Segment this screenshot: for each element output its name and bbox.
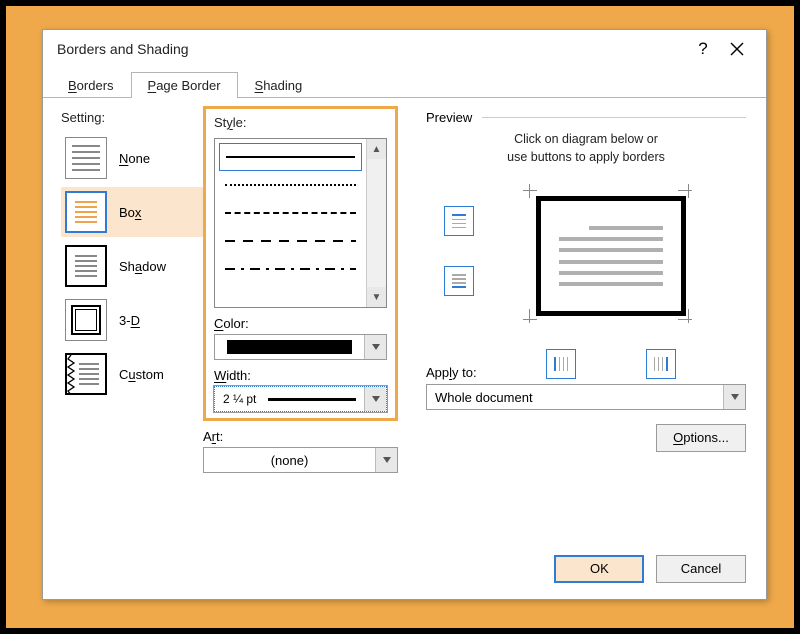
scroll-down-icon[interactable]: ▼ xyxy=(367,287,386,307)
none-icon xyxy=(65,137,107,179)
setting-panel: Setting: None Box xyxy=(61,110,203,521)
setting-shadow[interactable]: Shadow xyxy=(61,241,203,291)
width-dropdown[interactable]: 2 ¼ pt xyxy=(214,386,387,412)
custom-icon xyxy=(65,353,107,395)
borders-shading-dialog: Borders and Shading ? Borders Page Borde… xyxy=(42,29,767,600)
border-right-icon xyxy=(654,357,668,371)
titlebar: Borders and Shading ? xyxy=(43,30,766,68)
close-button[interactable] xyxy=(720,33,754,65)
chevron-down-icon xyxy=(364,387,386,411)
dialog-body: Setting: None Box xyxy=(43,98,766,533)
style-dotted[interactable] xyxy=(219,171,362,199)
tab-page-border[interactable]: Page Border xyxy=(131,72,238,98)
dialog-title: Borders and Shading xyxy=(57,41,189,57)
style-solid[interactable] xyxy=(219,143,362,171)
border-left-icon xyxy=(554,357,568,371)
setting-3d[interactable]: 3-D xyxy=(61,295,203,345)
preview-panel: Preview Click on diagram below or use bu… xyxy=(398,110,746,521)
setting-label: Setting: xyxy=(61,110,203,125)
cancel-button[interactable]: Cancel xyxy=(656,555,746,583)
box-icon xyxy=(65,191,107,233)
art-label: Art: xyxy=(203,429,398,444)
ok-button[interactable]: OK xyxy=(554,555,644,583)
highlight-box: Style: ▲ ▼ xyxy=(203,106,398,421)
width-label: Width: xyxy=(214,368,387,383)
color-label: Color: xyxy=(214,316,387,331)
style-dashed-large[interactable] xyxy=(219,227,362,255)
style-list[interactable]: ▲ ▼ xyxy=(214,138,387,308)
chevron-down-icon xyxy=(723,385,745,409)
color-dropdown[interactable] xyxy=(214,334,387,360)
style-label: Style: xyxy=(214,115,387,130)
style-scrollbar[interactable]: ▲ ▼ xyxy=(366,139,386,307)
preview-page[interactable] xyxy=(536,196,686,316)
chevron-down-icon xyxy=(375,448,397,472)
border-bottom-button[interactable] xyxy=(444,266,474,296)
border-top-icon xyxy=(452,214,466,228)
tabstrip: Borders Page Border Shading xyxy=(43,68,766,98)
preview-area xyxy=(426,184,746,339)
outer-frame: Borders and Shading ? Borders Page Borde… xyxy=(0,0,800,634)
scroll-up-icon[interactable]: ▲ xyxy=(367,139,386,159)
tab-shading[interactable]: Shading xyxy=(238,72,320,98)
border-top-button[interactable] xyxy=(444,206,474,236)
style-dashed-small[interactable] xyxy=(219,199,362,227)
art-panel: Art: (none) xyxy=(203,429,398,473)
border-left-button[interactable] xyxy=(546,349,576,379)
apply-to-panel: Apply to: Whole document Options... xyxy=(426,365,746,452)
art-dropdown[interactable]: (none) xyxy=(203,447,398,473)
apply-to-dropdown[interactable]: Whole document xyxy=(426,384,746,410)
style-panel: Style: ▲ ▼ xyxy=(203,110,398,521)
shadow-icon xyxy=(65,245,107,287)
tab-borders[interactable]: Borders xyxy=(51,72,131,98)
border-bottom-icon xyxy=(452,274,466,288)
preview-header: Preview xyxy=(426,110,746,125)
close-icon xyxy=(730,42,744,56)
border-right-button[interactable] xyxy=(646,349,676,379)
color-swatch xyxy=(227,340,352,354)
apply-to-label: Apply to: xyxy=(426,365,746,380)
art-value: (none) xyxy=(204,448,375,472)
chevron-down-icon xyxy=(364,335,386,359)
setting-box[interactable]: Box xyxy=(61,187,203,237)
width-value: 2 ¼ pt xyxy=(223,392,256,406)
setting-custom[interactable]: Custom xyxy=(61,349,203,399)
help-button[interactable]: ? xyxy=(686,33,720,65)
three-d-icon xyxy=(65,299,107,341)
apply-to-value: Whole document xyxy=(427,385,723,409)
dialog-footer: OK Cancel xyxy=(546,555,746,583)
setting-none[interactable]: None xyxy=(61,133,203,183)
options-button[interactable]: Options... xyxy=(656,424,746,452)
preview-hint: Click on diagram below or use buttons to… xyxy=(426,131,746,166)
style-dash-dot[interactable] xyxy=(219,255,362,283)
